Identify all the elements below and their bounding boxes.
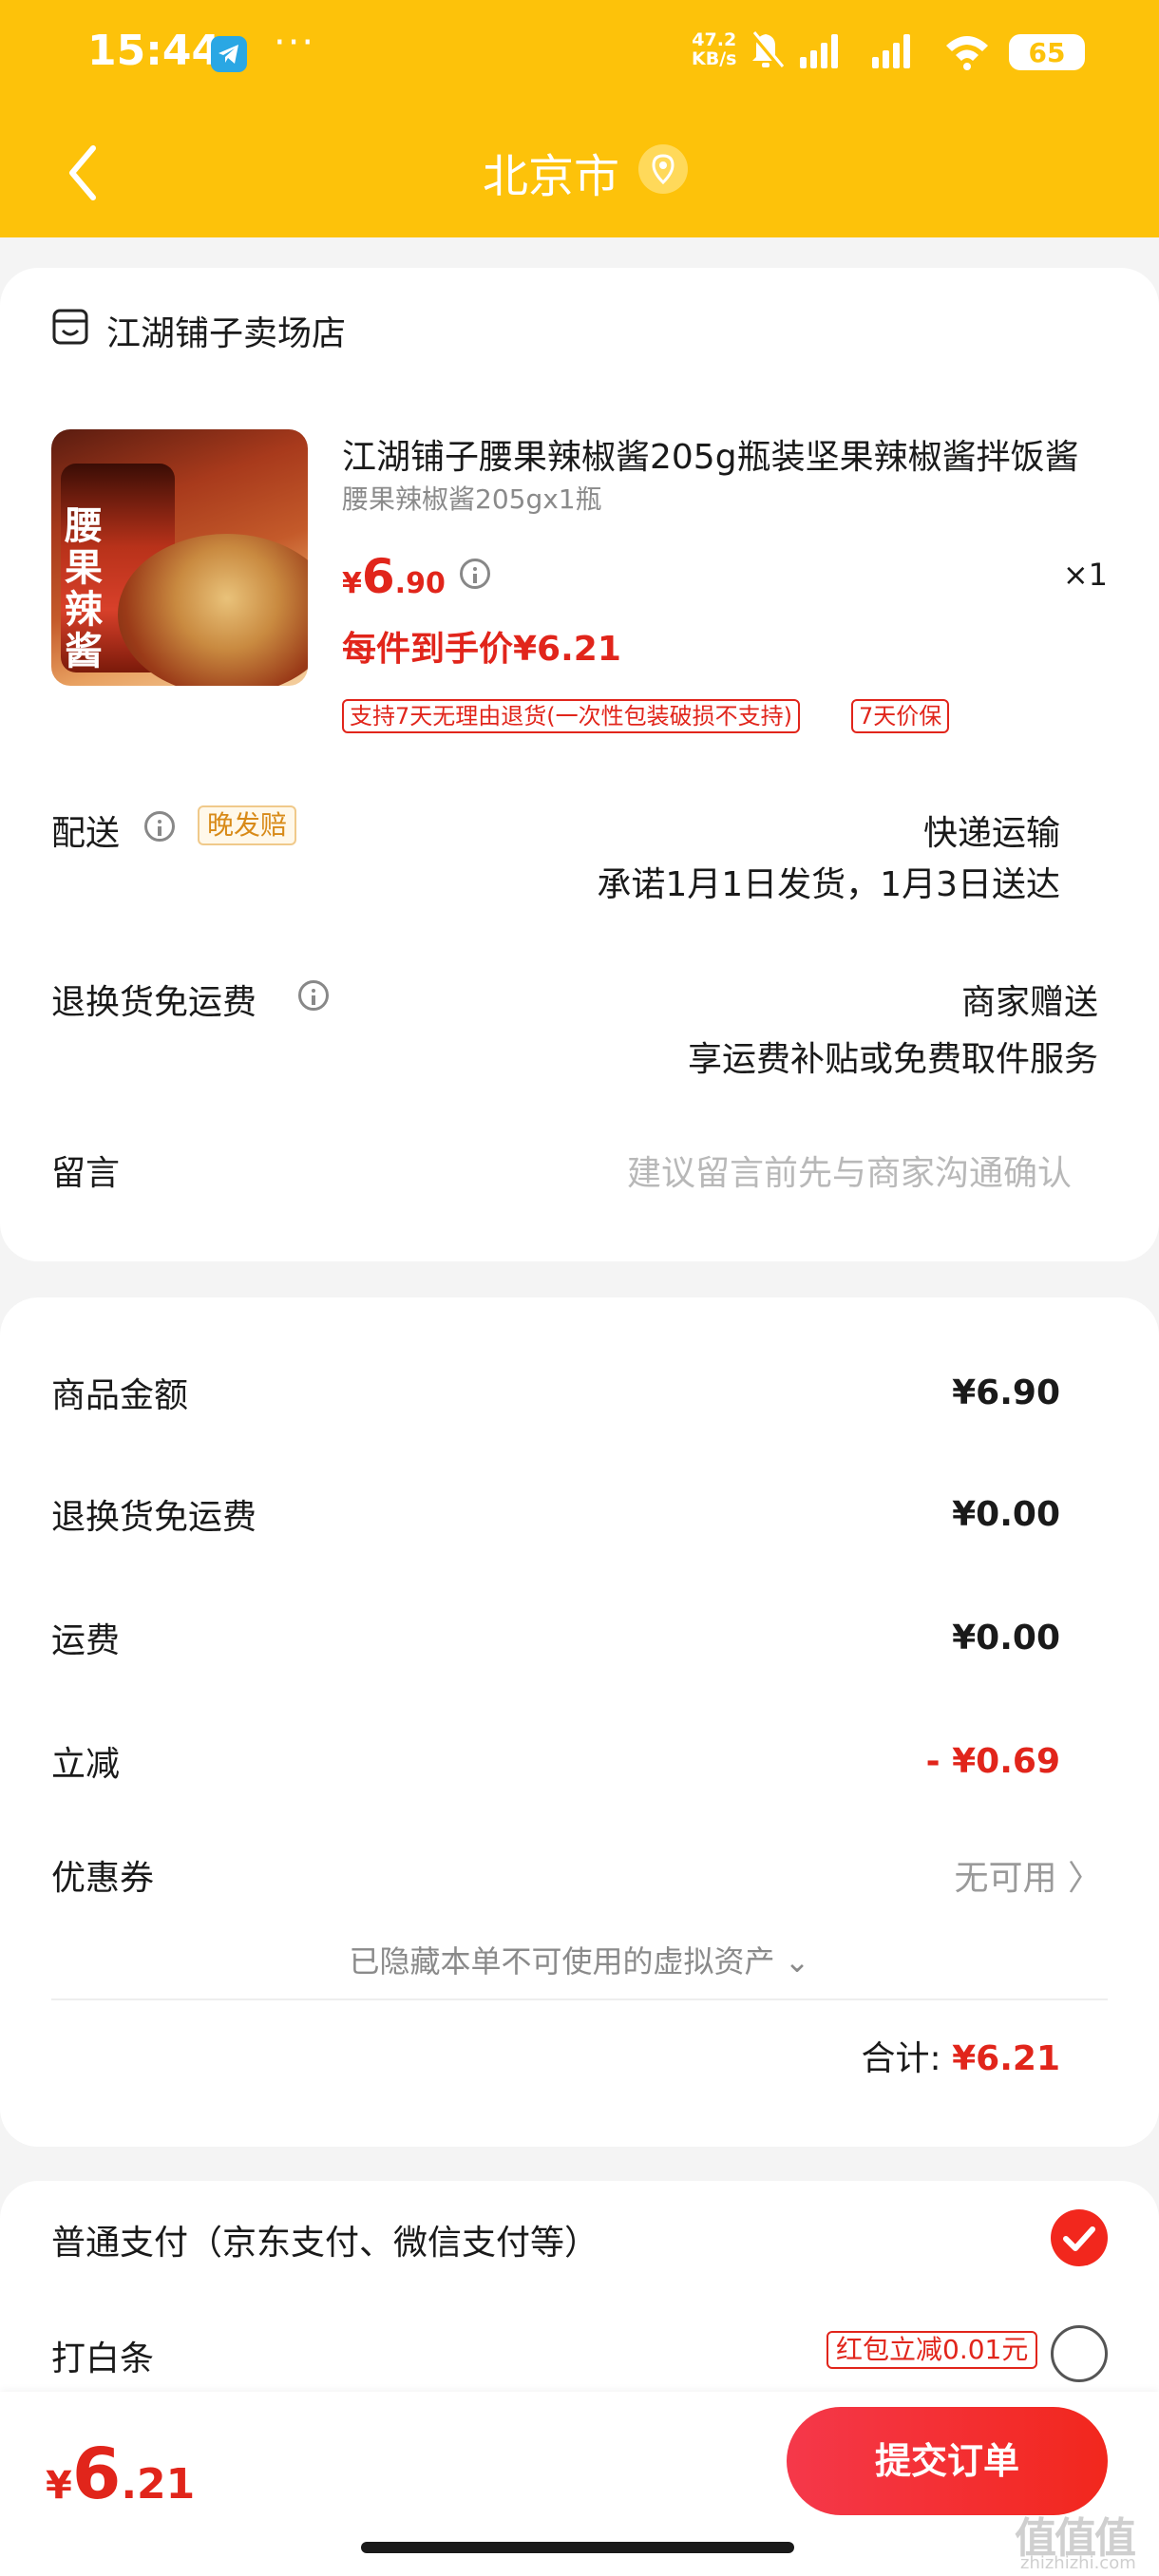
check-icon[interactable] — [1051, 2209, 1108, 2266]
mute-bell-icon — [750, 31, 785, 70]
return-shipping-desc: 享运费补贴或免费取件服务 — [687, 1040, 1098, 1079]
location-pin-icon[interactable] — [638, 144, 688, 194]
baitiao-promo-tag: 红包立减0.01元 — [826, 2331, 1038, 2369]
network-speed-unit: KB/s — [692, 48, 737, 69]
total-row: 合计: ¥6.21 — [862, 2031, 1060, 2080]
coupon-label: 优惠券 — [51, 1859, 155, 1898]
return-shipping-value: 商家赠送 — [960, 983, 1098, 1022]
battery-icon: 65 — [1009, 34, 1085, 70]
baitiao-radio[interactable] — [1051, 2325, 1108, 2382]
page-title: 北京市 — [482, 150, 619, 203]
total-label: 合计: — [861, 2039, 941, 2078]
product-qty: ×1 — [1062, 557, 1108, 593]
product-price-int: 6 — [361, 549, 395, 604]
product-image-label: 腰果辣酱 — [65, 504, 103, 673]
summary-shipping-value: ¥0.00 — [952, 1619, 1060, 1657]
total-value: ¥6.21 — [952, 2039, 1060, 2078]
payment-baitiao-label[interactable]: 打白条 — [51, 2331, 154, 2380]
summary-goods-value: ¥6.90 — [952, 1373, 1060, 1412]
summary-return-label: 退换货免运费 — [51, 1498, 257, 1537]
bottom-price-dec: .21 — [121, 2460, 196, 2509]
telegram-icon — [211, 36, 247, 72]
summary-divider — [51, 1998, 1108, 2000]
message-label: 留言 — [51, 1154, 121, 1193]
per-item-price: 每件到手价¥6.21 — [342, 630, 621, 669]
home-indicator[interactable] — [361, 2542, 794, 2553]
coupon-value[interactable]: 无可用 〉 — [955, 1850, 1102, 1900]
price-info-icon[interactable] — [460, 559, 490, 589]
battery-level: 65 — [1028, 37, 1066, 68]
product-price-dec: .90 — [394, 567, 446, 600]
status-bar: 15:44 ··· 47.2 KB/s 65 — [0, 0, 1159, 104]
return-shipping-info-icon[interactable] — [298, 980, 329, 1011]
summary-discount-value: - ¥0.69 — [925, 1742, 1060, 1781]
store-icon — [52, 309, 88, 345]
summary-goods-label: 商品金额 — [51, 1376, 189, 1415]
return-shipping-label: 退换货免运费 — [51, 983, 257, 1022]
wifi-icon — [946, 36, 988, 70]
price-protect-tag: 7天价保 — [851, 699, 950, 733]
price-summary-card: 商品金额 ¥6.90 退换货免运费 ¥0.00 运费 ¥0.00 立减 - ¥0… — [0, 1297, 1159, 2147]
product-image[interactable]: 腰果辣酱 — [51, 429, 308, 686]
hidden-assets-toggle[interactable]: 已隐藏本单不可使用的虚拟资产 ⌄ — [0, 1938, 1159, 1981]
message-input[interactable]: 建议留言前先与商家沟通确认 — [627, 1146, 1072, 1195]
product-price: ¥6.90 — [342, 549, 446, 604]
summary-discount-label: 立减 — [51, 1745, 121, 1784]
return-policy-tag: 支持7天无理由退货(一次性包装破损不支持) — [342, 699, 800, 733]
order-detail-card: 江湖铺子卖场店 腰果辣酱 江湖铺子腰果辣椒酱205g瓶装坚果辣椒酱拌饭酱 腰果辣… — [0, 268, 1159, 1261]
summary-shipping-label: 运费 — [51, 1621, 121, 1660]
signal-icon-1 — [800, 34, 838, 68]
delivery-method[interactable]: 快递运输 — [923, 805, 1060, 855]
delivery-label: 配送 — [51, 814, 121, 853]
delivery-info-icon[interactable] — [144, 811, 175, 842]
summary-return-value: ¥0.00 — [952, 1495, 1060, 1534]
bottom-price-yen: ¥ — [46, 2464, 72, 2508]
nav-bar: 北京市 — [0, 104, 1159, 237]
payment-normal-label[interactable]: 普通支付（京东支付、微信支付等） — [51, 2215, 598, 2264]
bottom-price-int: 6 — [71, 2434, 122, 2515]
bottom-bar: ¥6.21 提交订单 值值值 zhizhizhi.com — [0, 2392, 1159, 2576]
product-spec: 腰果辣椒酱205gx1瓶 — [342, 483, 602, 515]
shop-name: 江湖铺子卖场店 — [106, 314, 347, 353]
notification-more-icon: ··· — [274, 21, 316, 65]
submit-order-button[interactable]: 提交订单 — [787, 2407, 1108, 2515]
network-speed: 47.2 KB/s — [692, 30, 736, 68]
watermark-url: zhizhizhi.com — [1020, 2553, 1136, 2573]
delivery-promise: 承诺1月1日发货，1月3日送达 — [597, 865, 1060, 904]
late-compensation-badge: 晚发赔 — [198, 805, 297, 845]
network-speed-value: 47.2 — [692, 29, 737, 50]
status-time: 15:44 — [87, 27, 221, 75]
product-price-yen: ¥ — [342, 567, 362, 600]
product-title[interactable]: 江湖铺子腰果辣椒酱205g瓶装坚果辣椒酱拌饭酱 — [342, 429, 1112, 479]
bottom-total-price: ¥6.21 — [46, 2434, 195, 2515]
signal-icon-2 — [872, 34, 910, 68]
